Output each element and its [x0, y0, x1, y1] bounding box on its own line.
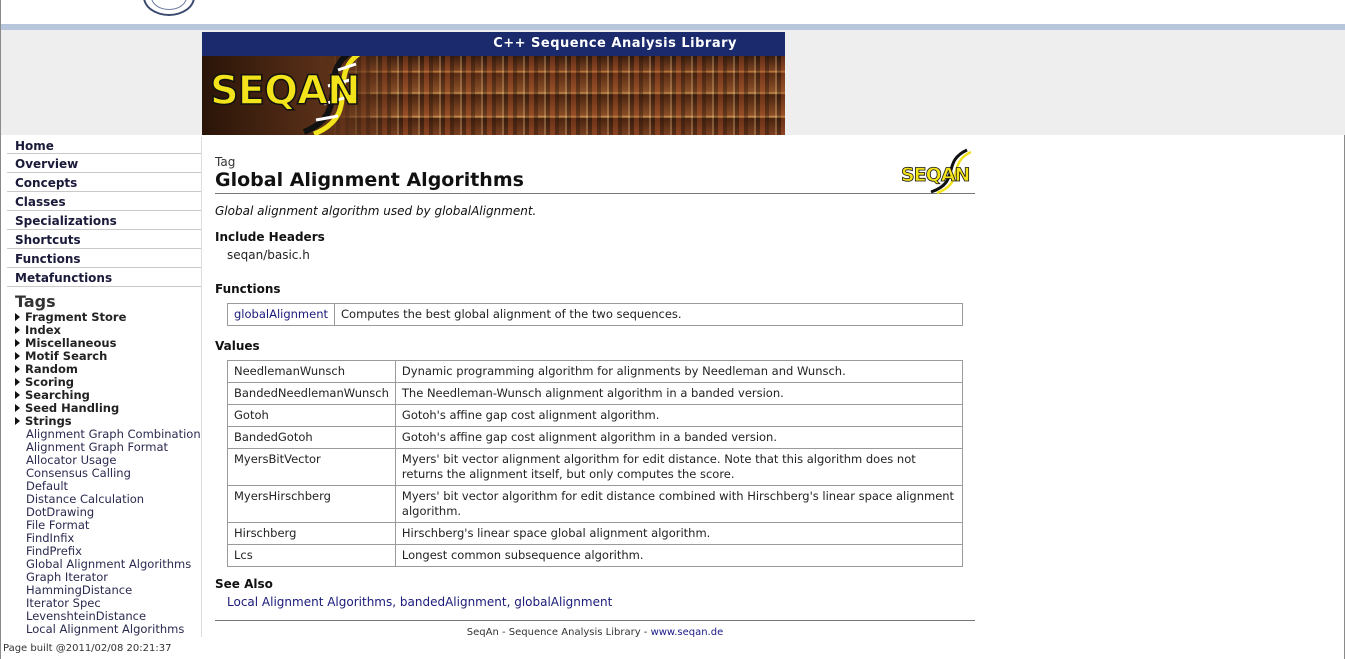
include-headers-heading: Include Headers	[215, 230, 325, 244]
banner: SEQAN C++ Sequence Analysis Library	[202, 32, 785, 135]
see-also-link[interactable]: Local Alignment Algorithms	[227, 595, 392, 609]
table-row: globalAlignment Computes the best global…	[227, 303, 963, 326]
seqan-small-logo: SEQAN	[901, 148, 973, 194]
footer-credit: SeqAn - Sequence Analysis Library - www.…	[466, 627, 724, 638]
functions-heading: Functions	[215, 282, 281, 296]
nav-home[interactable]: Home	[7, 137, 201, 154]
nav-overview[interactable]: Overview	[7, 155, 201, 173]
value-description: Longest common subsequence algorithm.	[394, 544, 964, 567]
top-strip	[1, 0, 1345, 24]
table-row: MyersBitVector Myers' bit vector alignme…	[227, 448, 964, 486]
value-name: BandedGotoh	[227, 426, 396, 449]
nav-functions[interactable]: Functions	[7, 250, 201, 268]
page-kind: Tag	[215, 155, 236, 169]
university-seal-icon	[143, 0, 195, 16]
value-description: Dynamic programming algorithm for alignm…	[394, 360, 964, 383]
page-title: Global Alignment Algorithms	[215, 169, 975, 194]
value-name: NeedlemanWunsch	[227, 360, 396, 383]
table-row: BandedNeedlemanWunsch The Needleman-Wuns…	[227, 382, 964, 405]
value-name: Hirschberg	[227, 522, 396, 545]
table-row: NeedlemanWunsch Dynamic programming algo…	[227, 360, 964, 383]
functions-table: globalAlignment Computes the best global…	[227, 303, 963, 326]
seqan-website-link[interactable]: www.seqan.de	[651, 627, 724, 638]
value-name: MyersBitVector	[227, 448, 396, 486]
table-row: Hirschberg Hirschberg's linear space glo…	[227, 522, 964, 545]
library-title: C++ Sequence Analysis Library	[202, 32, 785, 56]
values-table: NeedlemanWunsch Dynamic programming algo…	[227, 360, 964, 567]
function-link[interactable]: globalAlignment	[234, 307, 328, 321]
value-description: Gotoh's affine gap cost alignment algori…	[394, 426, 964, 449]
table-row: Gotoh Gotoh's affine gap cost alignment …	[227, 404, 964, 427]
page-summary: Global alignment algorithm used by globa…	[215, 204, 537, 218]
expand-triangle-icon[interactable]	[15, 313, 20, 321]
value-name: Gotoh	[227, 404, 396, 427]
expand-triangle-icon[interactable]	[15, 339, 20, 347]
value-description: Myers' bit vector alignment algorithm fo…	[394, 448, 964, 486]
value-description: Myers' bit vector algorithm for edit dis…	[394, 485, 964, 523]
nav-shortcuts[interactable]: Shortcuts	[7, 231, 201, 249]
value-description: Gotoh's affine gap cost alignment algori…	[394, 404, 964, 427]
value-name: BandedNeedlemanWunsch	[227, 382, 396, 405]
value-description: The Needleman-Wunsch alignment algorithm…	[394, 382, 964, 405]
table-row: MyersHirschberg Myers' bit vector algori…	[227, 485, 964, 523]
include-header-value: seqan/basic.h	[227, 248, 310, 262]
main-content: SEQAN Tag Global Alignment Algorithms Gl…	[215, 148, 975, 638]
main-nav: Home Overview Concepts Classes Specializ…	[7, 137, 201, 288]
see-also-link[interactable]: globalAlignment	[514, 595, 612, 609]
expand-triangle-icon[interactable]	[15, 365, 20, 373]
expand-triangle-icon[interactable]	[15, 404, 20, 412]
function-description: Computes the best global alignment of th…	[334, 303, 963, 326]
tag-link[interactable]: Local Alignment Algorithms	[15, 623, 201, 636]
page-built-timestamp: Page built @2011/02/08 20:21:37	[3, 643, 172, 654]
nav-specializations[interactable]: Specializations	[7, 212, 201, 230]
nav-classes[interactable]: Classes	[7, 193, 201, 211]
table-row: BandedGotoh Gotoh's affine gap cost alig…	[227, 426, 964, 449]
value-name: Lcs	[227, 544, 396, 567]
see-also-heading: See Also	[215, 577, 273, 591]
value-description: Hirschberg's linear space global alignme…	[394, 522, 964, 545]
nav-metafunctions[interactable]: Metafunctions	[7, 269, 201, 287]
expand-triangle-icon[interactable]	[15, 326, 20, 334]
expand-triangle-icon[interactable]	[15, 352, 20, 360]
tag-list: Fragment Store Index Miscellaneous Motif…	[15, 311, 201, 636]
sidebar-divider	[201, 137, 202, 637]
tags-heading: Tags	[15, 292, 56, 311]
nav-concepts[interactable]: Concepts	[7, 174, 201, 192]
seqan-logo[interactable]: SEQAN	[209, 67, 361, 115]
see-also-link[interactable]: bandedAlignment	[400, 595, 507, 609]
value-name: MyersHirschberg	[227, 485, 396, 523]
expand-triangle-icon[interactable]	[15, 391, 20, 399]
expand-triangle-icon[interactable]	[15, 378, 20, 386]
table-row: Lcs Longest common subsequence algorithm…	[227, 544, 964, 567]
footer-divider	[215, 620, 975, 621]
see-also-links: Local Alignment Algorithms, bandedAlignm…	[227, 595, 613, 609]
values-heading: Values	[215, 339, 260, 353]
expand-triangle-icon[interactable]	[15, 417, 20, 425]
